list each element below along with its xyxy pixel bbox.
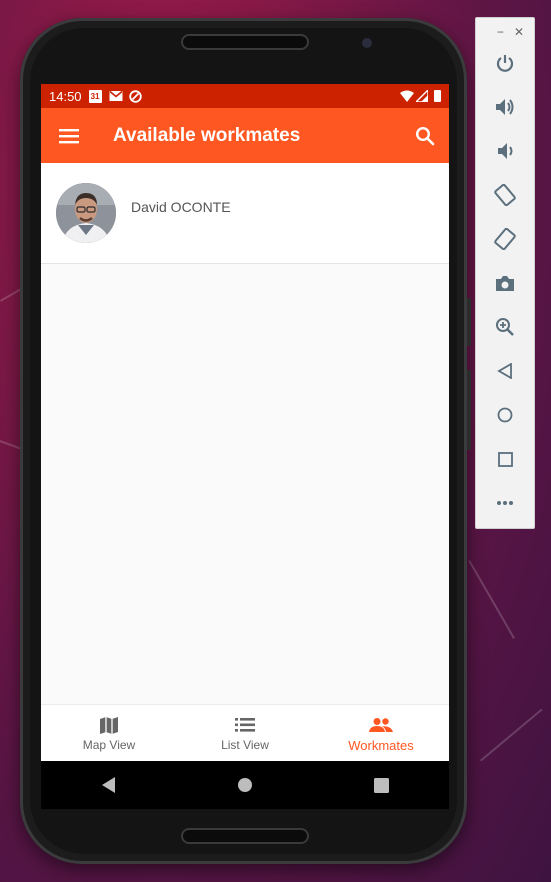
close-button[interactable]: ✕ — [514, 25, 524, 39]
list-icon — [235, 714, 255, 736]
status-time: 14:50 — [49, 88, 82, 104]
gmail-icon — [109, 90, 123, 102]
nav-map-view[interactable]: Map View — [41, 705, 177, 761]
cell-signal-icon — [414, 88, 429, 103]
map-icon — [99, 714, 119, 736]
more-icon[interactable] — [493, 491, 517, 515]
rotate-left-icon[interactable] — [493, 183, 517, 207]
emulator-home-icon[interactable] — [493, 403, 517, 427]
front-camera — [362, 38, 372, 48]
nav-label-list-view: List View — [221, 738, 269, 752]
emulator-overview-icon[interactable] — [493, 447, 517, 471]
back-icon[interactable] — [89, 765, 129, 805]
app-bar: Available workmates — [41, 108, 449, 163]
workmate-name: David OCONTE — [131, 199, 231, 215]
overview-icon[interactable] — [361, 765, 401, 805]
calendar-day: 31 — [90, 91, 100, 101]
status-bar: 14:50 31 — [41, 84, 449, 108]
side-volume-button — [467, 370, 471, 450]
sync-icon — [128, 90, 142, 103]
wallpaper-line — [480, 708, 543, 762]
system-navigation-bar — [41, 761, 449, 809]
nav-label-map-view: Map View — [82, 738, 136, 752]
bottom-navigation: Map View List View Workmates — [41, 704, 449, 761]
wifi-icon — [400, 90, 414, 102]
battery-icon — [434, 90, 441, 102]
camera-icon[interactable] — [493, 271, 517, 295]
avatar — [56, 183, 116, 243]
rotate-right-icon[interactable] — [493, 227, 517, 251]
emulator-control-panel: − ✕ — [475, 17, 535, 529]
bottom-speaker — [181, 828, 309, 844]
emulator-back-icon[interactable] — [493, 359, 517, 383]
workmates-list: David OCONTE — [41, 163, 449, 264]
zoom-icon[interactable] — [493, 315, 517, 339]
list-item[interactable]: David OCONTE — [41, 163, 449, 263]
nav-label-workmates: Workmates — [348, 737, 414, 753]
nav-list-view[interactable]: List View — [177, 705, 313, 761]
hamburger-menu-icon[interactable] — [41, 108, 97, 163]
home-icon[interactable] — [225, 765, 265, 805]
minimize-button[interactable]: − — [497, 25, 504, 39]
side-power-button — [467, 298, 471, 346]
app-screen: 14:50 31 Available workmates David OCONT… — [41, 84, 449, 761]
search-icon[interactable] — [401, 108, 449, 163]
people-icon — [369, 714, 393, 736]
phone-frame: 14:50 31 Available workmates David OCONT… — [20, 18, 471, 864]
power-icon[interactable] — [493, 51, 517, 75]
wallpaper-line — [468, 560, 515, 639]
volume-up-icon[interactable] — [493, 95, 517, 119]
top-speaker — [181, 34, 309, 50]
nav-workmates[interactable]: Workmates — [313, 705, 449, 761]
calendar-icon: 31 — [88, 89, 102, 103]
volume-down-icon[interactable] — [493, 139, 517, 163]
page-title: Available workmates — [113, 124, 301, 146]
